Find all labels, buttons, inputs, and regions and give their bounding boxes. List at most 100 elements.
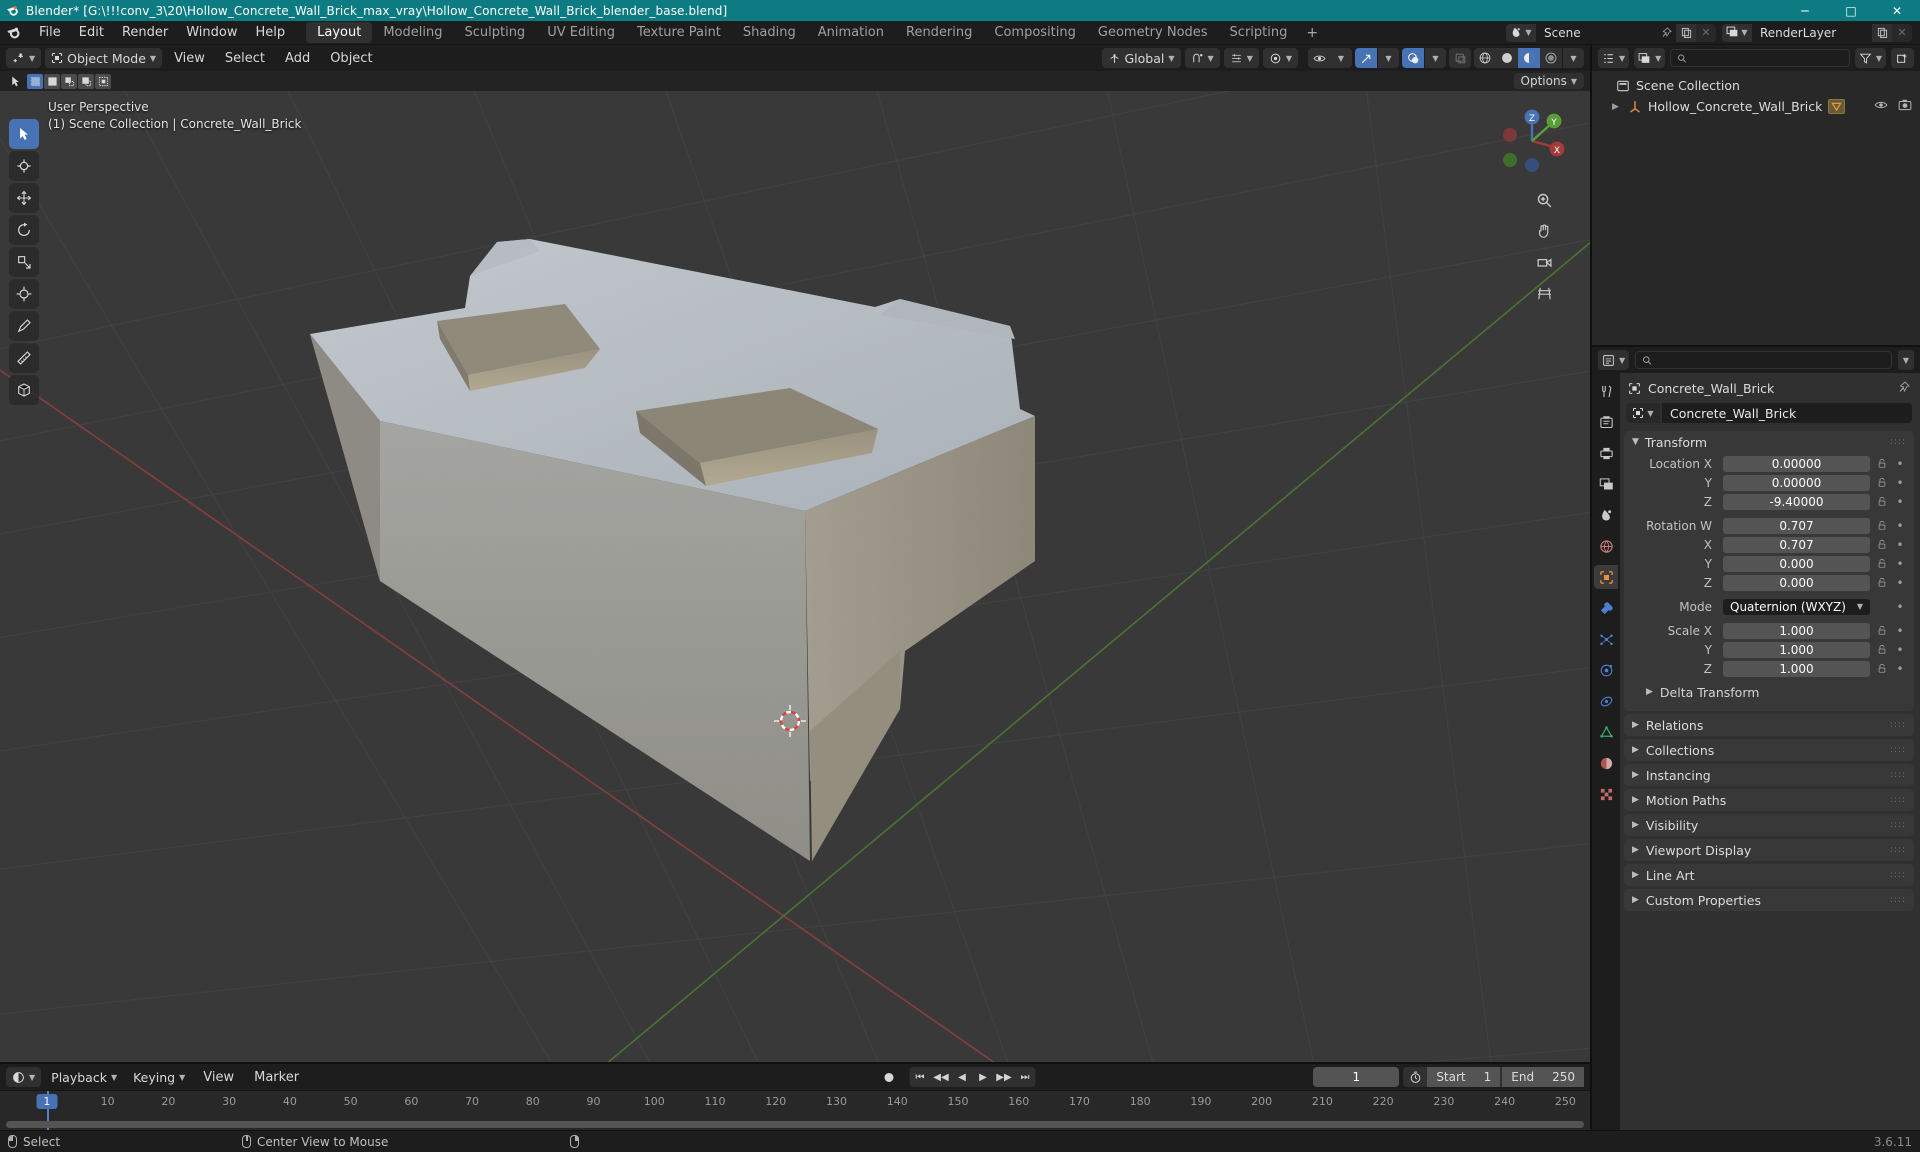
tool-annotate[interactable] [9,311,39,341]
overlays-chevron-icon[interactable]: ▼ [1424,48,1446,68]
viewlayer-selector[interactable]: ▼ RenderLayer ✕ [1722,23,1912,42]
viewport-canvas[interactable] [0,91,1590,1062]
tool-move[interactable] [9,183,39,213]
tab-sculpting[interactable]: Sculpting [453,22,536,43]
rendered-shading-icon[interactable] [1540,48,1562,68]
animate-location-x-icon[interactable]: • [1894,458,1906,470]
zoom-view-icon[interactable] [1531,187,1557,213]
animate-rotation-w-icon[interactable]: • [1894,520,1906,532]
value-rotation-w[interactable]: 0.707 [1723,517,1870,534]
outliner-tree[interactable]: Scene Collection ▶ Hollow_Concrete_Wall_… [1592,71,1920,345]
panel-custom-properties[interactable]: ▶ Custom Properties :::: [1624,889,1914,911]
3d-viewport[interactable]: User Perspective (1) Scene Collection | … [0,91,1590,1062]
tab-scripting[interactable]: Scripting [1219,22,1299,43]
navigation-gizmo[interactable]: Z Y X [1496,105,1568,177]
outliner-row-scene-collection[interactable]: Scene Collection [1592,75,1920,96]
lock-scale-z-icon[interactable] [1875,663,1889,674]
lock-scale-x-icon[interactable] [1875,625,1889,636]
timeline-scrollbar[interactable] [6,1121,1584,1128]
value-rotation-y[interactable]: 0.000 [1723,555,1870,572]
lock-location-y-icon[interactable] [1875,477,1889,488]
properties-editor-type-button[interactable]: ▼ [1598,350,1630,370]
gizmo-icon[interactable] [1355,48,1377,68]
camera-view-icon[interactable] [1531,249,1557,275]
shading-chevron-icon[interactable]: ▼ [1562,48,1584,68]
value-location-y[interactable]: 0.00000 [1723,474,1870,491]
tab-animation[interactable]: Animation [807,22,895,43]
tab-texture[interactable] [1594,782,1618,806]
snap-target-dropdown[interactable]: ▼ [1184,48,1220,68]
tab-uv-editing[interactable]: UV Editing [536,22,626,43]
outliner-row-object[interactable]: ▶ Hollow_Concrete_Wall_Brick [1592,96,1920,117]
object-type-icon[interactable]: ▼ [1626,403,1660,423]
tab-object[interactable] [1594,565,1618,589]
jump-start-button[interactable]: ⏮ [910,1067,931,1087]
tab-compositing[interactable]: Compositing [983,22,1087,43]
play-button[interactable]: ▶ [973,1067,994,1087]
tool-select-box[interactable] [9,119,39,149]
tab-shading[interactable]: Shading [732,22,807,43]
gizmo-dropdown[interactable]: ▼ [1355,48,1399,68]
tool-measure[interactable] [9,343,39,373]
solid-shading-icon[interactable] [1496,48,1518,68]
timeline-ruler[interactable]: 10 20 30 40 50 60 70 80 90 100 110 120 130 140 150 160 1… [0,1090,1590,1130]
panel-visibility[interactable]: ▶ Visibility :::: [1624,814,1914,836]
outliner-display-mode-button[interactable]: ▼ [1634,48,1666,68]
tab-modeling[interactable]: Modeling [372,22,453,43]
object-name-field[interactable]: Concrete_Wall_Brick [1662,403,1912,423]
overlays-dropdown[interactable]: ▼ [1402,48,1446,68]
scene-selector[interactable]: ▼ Scene ✕ [1506,23,1716,42]
current-frame-field[interactable]: 1 [1313,1067,1400,1087]
tab-geometry-nodes[interactable]: Geometry Nodes [1087,22,1219,43]
lock-scale-y-icon[interactable] [1875,644,1889,655]
lock-rotation-y-icon[interactable] [1875,558,1889,569]
menu-render[interactable]: Render [113,23,177,42]
material-preview-shading-icon[interactable] [1518,48,1540,68]
mesh-object-tag-icon[interactable] [1828,99,1846,114]
play-reverse-button[interactable]: ◀ [952,1067,973,1087]
transform-orientation-dropdown[interactable]: Global ▼ [1101,48,1181,68]
selectability-icon[interactable] [1308,48,1330,68]
lock-location-x-icon[interactable] [1875,458,1889,469]
value-rotation-x[interactable]: 0.707 [1723,536,1870,553]
end-frame-field[interactable]: End 250 [1502,1067,1584,1087]
panel-motion-paths[interactable]: ▶ Motion Paths :::: [1624,789,1914,811]
select-subtract-button[interactable] [61,73,77,89]
value-scale-x[interactable]: 1.000 [1723,622,1870,639]
object-mode-dropdown[interactable]: Object Mode ▼ [45,48,163,68]
tab-output[interactable] [1594,441,1618,465]
object-id-block[interactable]: ▼ Concrete_Wall_Brick [1626,403,1912,423]
animate-rotation-x-icon[interactable]: • [1894,539,1906,551]
lock-rotation-x-icon[interactable] [1875,539,1889,550]
rotation-mode-dropdown[interactable]: Quaternion (WXYZ) ▼ [1723,598,1870,615]
blender-menu-icon[interactable] [6,25,22,41]
wireframe-shading-icon[interactable] [1474,48,1496,68]
delta-transform-subpanel[interactable]: ▶ Delta Transform [1632,681,1906,703]
panel-instancing[interactable]: ▶ Instancing :::: [1624,764,1914,786]
pin-scene-icon[interactable] [1656,23,1676,42]
xray-toggle[interactable] [1449,48,1471,68]
viewport-menu-add[interactable]: Add [277,49,318,68]
select-new-button[interactable] [27,73,43,89]
tab-particles[interactable] [1594,627,1618,651]
menu-window[interactable]: Window [177,23,246,42]
add-workspace-button[interactable]: + [1298,23,1326,43]
animate-scale-z-icon[interactable]: • [1894,663,1906,675]
timeline-menu-playback[interactable]: Playback ▼ [45,1067,123,1087]
properties-options-button[interactable]: ▼ [1897,350,1914,370]
properties-search-box[interactable] [1635,351,1892,369]
properties-search-input[interactable] [1657,353,1885,367]
viewport-menu-view[interactable]: View [166,49,213,68]
new-scene-button[interactable] [1676,23,1696,42]
tool-cursor[interactable] [9,151,39,181]
close-button[interactable]: ✕ [1874,0,1920,21]
menu-file[interactable]: File [30,23,70,42]
outliner-search-input[interactable] [1692,51,1843,65]
scene-name[interactable]: Scene [1536,23,1656,42]
lock-rotation-z-icon[interactable] [1875,577,1889,588]
outliner-search-box[interactable] [1670,49,1850,67]
tool-scale[interactable] [9,247,39,277]
visibility-dropdown[interactable]: ▼ [1308,48,1352,68]
xray-icon[interactable] [1449,48,1471,68]
lock-location-z-icon[interactable] [1875,496,1889,507]
